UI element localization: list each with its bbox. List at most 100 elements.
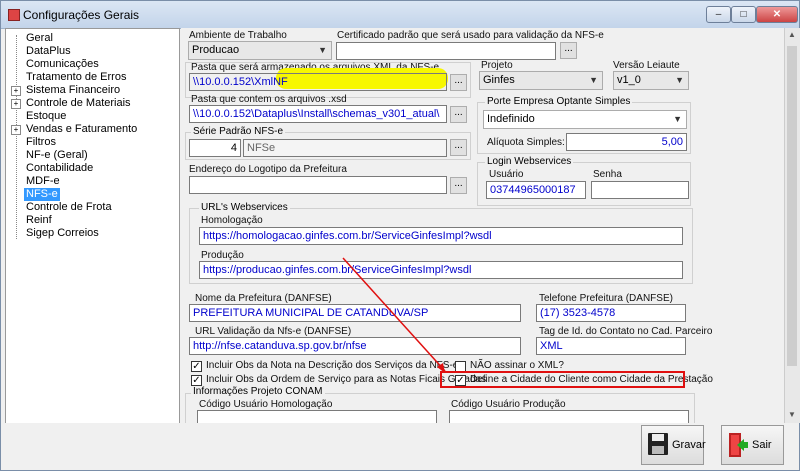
floppy-disk-icon [648, 433, 668, 455]
scroll-up-icon[interactable]: ▲ [788, 30, 796, 39]
pasta-xsd-browse-button[interactable]: ... [450, 106, 467, 123]
pasta-xsd-label: Pasta que contem os arquivos .xsd [191, 94, 347, 105]
certificado-field[interactable] [336, 42, 556, 60]
tree-item[interactable]: Tratamento de Erros [24, 71, 128, 84]
obs-os-checkbox[interactable]: ✓ [191, 375, 202, 386]
tree-item[interactable]: Geral [24, 32, 55, 45]
settings-window: Configurações Gerais – □ ✕ Geral DataPlus… [0, 0, 800, 471]
aliquota-field[interactable]: 5,00 [566, 133, 687, 151]
url-validacao-label: URL Validação da Nfs-e (DANFSE) [195, 326, 352, 337]
chevron-down-icon: ▼ [589, 75, 598, 85]
certificado-browse-button[interactable]: ... [560, 42, 577, 59]
exit-door-icon [729, 433, 748, 457]
title-bar: Configurações Gerais – □ ✕ [1, 1, 799, 29]
pasta-xml-field[interactable]: \\10.0.0.152\XmlNF [189, 73, 447, 91]
logotipo-label: Endereço do Logotipo da Prefeitura [189, 164, 347, 175]
tree-item[interactable]: Filtros [24, 136, 58, 149]
tree-item[interactable]: NFS-e [24, 188, 60, 201]
obs-os-label: Incluir Obs da Ordem de Serviço para as … [206, 374, 487, 385]
tree-item[interactable]: Sigep Correios [24, 227, 101, 240]
nao-assinar-label: NÃO assinar o XML? [470, 360, 564, 371]
pasta-xsd-field[interactable]: \\10.0.0.152\Dataplus\Install\schemas_v3… [189, 105, 447, 123]
login-label: Login Webservices [485, 156, 574, 167]
projeto-value: Ginfes [483, 74, 515, 86]
usuario-field[interactable]: 03744965000187 [486, 181, 586, 199]
bottom-bar: Gravar Sair [1, 423, 799, 470]
gravar-label: Gravar [672, 439, 706, 451]
maximize-button[interactable]: □ [731, 6, 756, 23]
urls-label: URL's Webservices [199, 202, 290, 213]
chevron-down-icon: ▼ [675, 75, 684, 85]
projeto-select[interactable]: Ginfes ▼ [479, 71, 603, 90]
nao-assinar-checkbox[interactable] [455, 361, 466, 372]
tree-item[interactable]: Estoque [24, 110, 68, 123]
tree-item[interactable]: DataPlus [24, 45, 73, 58]
porte-value: Indefinido [487, 113, 535, 125]
prefeitura-field[interactable]: PREFEITURA MUNICIPAL DE CATANDUVA/SP [189, 304, 521, 322]
tree-item[interactable]: Sistema Financeiro [24, 84, 122, 97]
projeto-label: Projeto [481, 60, 513, 71]
cod-homologacao-field[interactable] [197, 410, 437, 423]
conam-label: Informações Projeto CONAM [191, 386, 325, 397]
producao-field[interactable]: https://producao.ginfes.com.br/ServiceGi… [199, 261, 683, 279]
serie-text-field: NFSe [243, 139, 447, 157]
settings-tree[interactable]: Geral DataPlus Comunicações Tratamento de E… [5, 28, 180, 468]
nfse-settings-panel: Ambiente de Trabalho Producao ▼ Certific… [181, 28, 784, 425]
tree-item[interactable]: Reinf [24, 214, 54, 227]
tag-field[interactable]: XML [536, 337, 686, 355]
tree-item[interactable]: MDF-e [24, 175, 62, 188]
producao-label: Produção [201, 250, 244, 261]
expand-icon[interactable]: + [11, 86, 21, 96]
certificado-label: Certificado padrão que será usado para v… [337, 30, 604, 41]
cidade-prestacao-label: Define a Cidade do Cliente como Cidade d… [470, 374, 713, 385]
tree-item[interactable]: Contabilidade [24, 162, 95, 175]
serie-number-field[interactable]: 4 [189, 139, 241, 157]
logotipo-field[interactable] [189, 176, 447, 194]
chevron-down-icon: ▼ [673, 114, 682, 124]
porte-select[interactable]: Indefinido ▼ [483, 110, 687, 129]
scroll-down-icon[interactable]: ▼ [788, 410, 796, 419]
usuario-label: Usuário [489, 169, 524, 180]
ambiente-value: Producao [192, 44, 240, 56]
homologacao-field[interactable]: https://homologacao.ginfes.com.br/Servic… [199, 227, 683, 245]
cidade-prestacao-checkbox[interactable]: ✓ [455, 375, 466, 386]
scroll-thumb[interactable] [787, 46, 797, 366]
ambiente-label: Ambiente de Trabalho [189, 30, 287, 41]
serie-browse-button[interactable]: ... [450, 139, 467, 156]
cod-producao-label: Código Usuário Produção [451, 399, 566, 410]
serie-label: Série Padrão NFS-e [191, 126, 286, 137]
telefone-label: Telefone Prefeitura (DANFSE) [539, 293, 673, 304]
tree-guide-line [16, 35, 17, 239]
app-icon [8, 9, 20, 21]
tag-label: Tag de Id. do Contato no Cad. Parceiro [539, 326, 713, 337]
gravar-button[interactable]: Gravar [641, 425, 706, 465]
minimize-button[interactable]: – [706, 6, 731, 23]
tree-item[interactable]: Controle de Frota [24, 201, 114, 214]
panel-scrollbar[interactable]: ▲ ▼ [784, 28, 800, 423]
obs-nota-checkbox[interactable]: ✓ [191, 361, 202, 372]
porte-label: Porte Empresa Optante Simples [485, 96, 633, 107]
sair-label: Sair [752, 439, 772, 451]
tree-item[interactable]: NF-e (Geral) [24, 149, 90, 162]
close-button[interactable]: ✕ [756, 6, 798, 23]
pasta-xml-browse-button[interactable]: ... [450, 74, 467, 91]
tree-item[interactable]: Vendas e Faturamento [24, 123, 139, 136]
telefone-field[interactable]: (17) 3523-4578 [536, 304, 686, 322]
senha-label: Senha [593, 169, 622, 180]
versao-value: v1_0 [617, 74, 641, 86]
expand-icon[interactable]: + [11, 125, 21, 135]
url-validacao-field[interactable]: http://nfse.catanduva.sp.gov.br/nfse [189, 337, 521, 355]
ambiente-select[interactable]: Producao ▼ [188, 41, 332, 60]
window-title: Configurações Gerais [23, 8, 140, 22]
versao-label: Versão Leiaute [613, 60, 680, 71]
tree-item[interactable]: Comunicações [24, 58, 101, 71]
tree-item[interactable]: Controle de Materiais [24, 97, 133, 110]
homologacao-label: Homologação [201, 215, 263, 226]
expand-icon[interactable]: + [11, 99, 21, 109]
cod-producao-field[interactable] [449, 410, 689, 423]
senha-field[interactable] [591, 181, 689, 199]
sair-button[interactable]: Sair [721, 425, 784, 465]
versao-select[interactable]: v1_0 ▼ [613, 71, 689, 90]
logotipo-browse-button[interactable]: ... [450, 177, 467, 194]
aliquota-label: Alíquota Simples: [487, 137, 565, 148]
